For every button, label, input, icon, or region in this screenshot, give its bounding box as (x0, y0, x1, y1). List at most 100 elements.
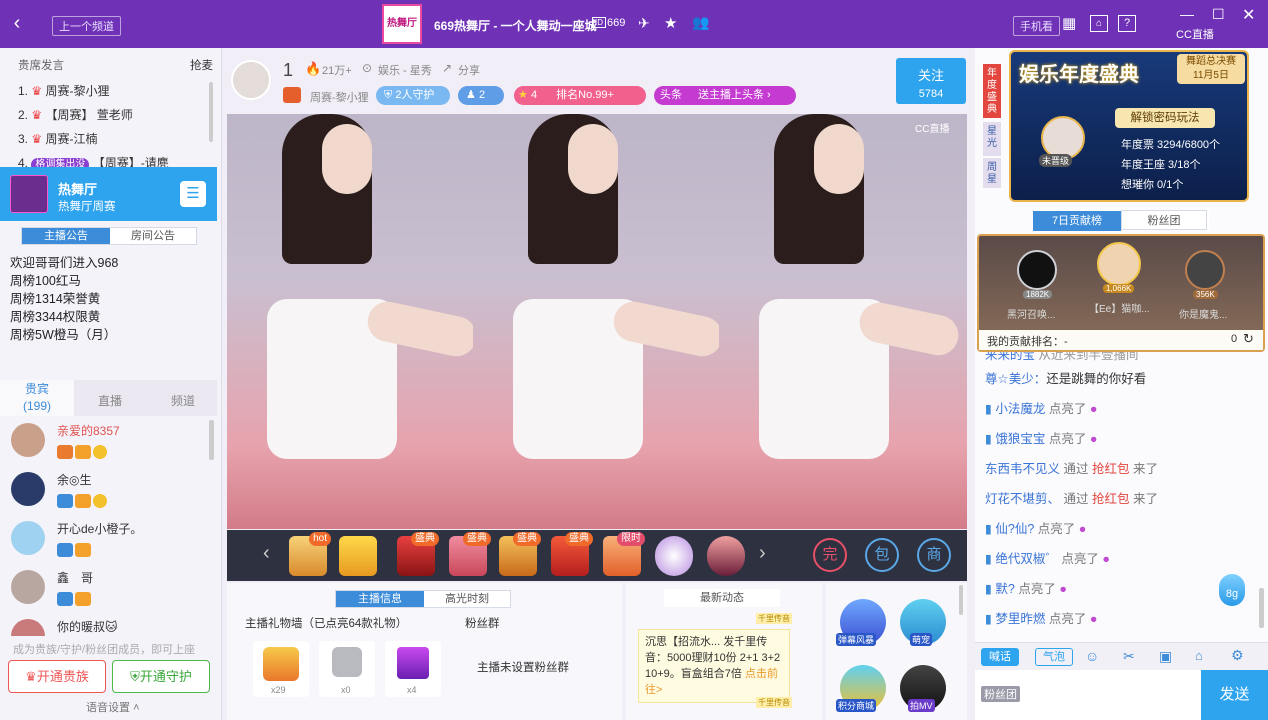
share-button[interactable]: 分享 (458, 62, 480, 78)
user-item[interactable]: 你的暖叔🐱 (0, 614, 210, 636)
tab-anchor-notice[interactable]: 主播公告 (22, 228, 110, 244)
lock-icon[interactable]: ⌂ (1195, 648, 1203, 663)
annual-banner[interactable]: 娱乐年度盛典 舞蹈总决赛 11月5日 未晋级 解锁密码玩法 年度票 3294/68… (1009, 50, 1249, 202)
chat-user[interactable]: 默? (995, 582, 1014, 596)
tab-anchor-info[interactable]: 主播信息 (336, 591, 424, 607)
chat-user[interactable]: 东西韦不见义 (985, 462, 1060, 476)
tab-room-notice[interactable]: 房间公告 (110, 228, 196, 244)
group-icon[interactable]: 👥 (692, 14, 709, 31)
scissors-icon[interactable]: ✂ (1123, 648, 1135, 665)
chat-scrollbar[interactable] (1259, 588, 1264, 628)
user-item[interactable]: 余◎生 (0, 467, 210, 516)
phone-watch-button[interactable]: 手机看 (1013, 16, 1060, 36)
gift-item[interactable]: 盛典 (551, 532, 593, 576)
gift-item[interactable]: hot (289, 532, 331, 576)
side-tab-weekstar[interactable]: 周星 (983, 158, 1001, 188)
wall-gift[interactable]: x4 (385, 641, 441, 697)
follow-button[interactable]: 关注 5784 (896, 58, 966, 104)
tab-fan-club[interactable]: 粉丝团 (1121, 210, 1207, 230)
gift-next-icon[interactable]: › (759, 542, 766, 565)
wall-gift[interactable]: x0 (319, 641, 375, 697)
tab-channel[interactable]: 频道 (171, 392, 195, 409)
gift-item[interactable]: 盛典 (449, 532, 491, 576)
grab-mic-button[interactable]: 抢麦 (190, 57, 213, 73)
chat-user[interactable]: 梦里昨燃 (995, 612, 1045, 626)
open-guard-button[interactable]: ⛨开通守护 (112, 660, 210, 693)
gift-prev-icon[interactable]: ‹ (263, 542, 270, 565)
headline-pill[interactable]: 头条 送主播上头条 › (654, 86, 796, 105)
rank-pill[interactable]: ★ 4 排名No.99+ (514, 86, 646, 105)
help-icon[interactable]: ? (1118, 15, 1136, 32)
wall-gift[interactable]: x29 (253, 641, 309, 697)
plane-icon[interactable]: ✈ (638, 15, 650, 32)
gift-op-shop[interactable]: 商 (917, 538, 951, 572)
apps-scrollbar[interactable] (959, 585, 963, 615)
video-player[interactable]: CC直播 (227, 114, 967, 529)
gift-item[interactable] (655, 536, 693, 576)
user-item[interactable]: 开心de小橙子。 (0, 516, 210, 565)
app-points-mall[interactable]: 积分商城 (836, 665, 886, 712)
app-mv[interactable]: 拍MV (900, 665, 946, 712)
fans-pill[interactable]: ♟ 2 (458, 86, 504, 105)
chat-input[interactable]: 粉丝团 (975, 670, 1201, 720)
maximize-icon[interactable]: ☐ (1212, 6, 1225, 23)
voice-settings[interactable]: 语音设置 ˄ (86, 699, 140, 715)
chat-user[interactable]: 饿狼宝宝 (995, 432, 1045, 446)
chat-user[interactable]: 来来的宝 (985, 352, 1035, 362)
close-icon[interactable]: ✕ (1242, 5, 1255, 25)
gift-item[interactable] (707, 536, 745, 576)
user-item[interactable]: 亲爱的8357 (0, 418, 210, 467)
anchor-avatar[interactable] (231, 60, 271, 100)
prev-channel-button[interactable]: 上一个频道 (52, 16, 121, 36)
anchor-category[interactable]: 娱乐 - 星秀 (378, 62, 432, 78)
unlock-button[interactable]: 解锁密码玩法 (1115, 108, 1215, 128)
gift-item[interactable] (339, 536, 377, 576)
refresh-icon[interactable]: ↻ (1243, 331, 1254, 347)
image-icon[interactable]: ▣ (1159, 648, 1172, 665)
bubble-button[interactable]: 气泡 (1035, 648, 1073, 666)
water-drop-badge[interactable]: 8g (1219, 574, 1245, 606)
user-list-scrollbar[interactable] (209, 420, 214, 460)
tab-live[interactable]: 直播 (98, 392, 122, 409)
shout-button[interactable]: 喊话 (981, 648, 1019, 666)
chat-user[interactable]: 小法魔龙 (995, 402, 1045, 416)
chat-user[interactable]: 绝代双椒゛ (995, 552, 1058, 566)
rank-item[interactable]: 1. ♛ 周赛-黎小狸 (0, 79, 210, 103)
settings-icon[interactable]: ⚙ (1231, 647, 1244, 664)
side-tab-annual[interactable]: 年度盛典 (983, 64, 1001, 118)
channel-card[interactable]: 热舞厅 热舞厅周赛 ☰ (0, 167, 217, 221)
emoji-icon[interactable]: ☺ (1085, 648, 1099, 664)
chat-user[interactable]: 尊☆美少： (985, 372, 1046, 386)
top-avatar[interactable] (1017, 250, 1057, 290)
gift-op-bag[interactable]: 包 (865, 538, 899, 572)
chat-user[interactable]: 灯花不堪剪、 (985, 492, 1060, 506)
news-card[interactable]: 沉思【招流水... 发千里传音：5000理财10份 2+1 3+2 10+9。盲… (638, 629, 790, 703)
notify-icon[interactable]: ⌂ (1090, 15, 1108, 32)
top-avatar[interactable] (1185, 250, 1225, 290)
grid-icon[interactable]: ▦ (1062, 14, 1076, 32)
star-icon[interactable]: ★ (664, 14, 677, 32)
chat-user[interactable]: 仙?仙? (995, 522, 1034, 536)
rank-item[interactable]: 2. ♛ 【周赛】 萱老师 (0, 103, 210, 127)
chat-redpacket[interactable]: 抢红包 (1092, 492, 1130, 506)
gift-item[interactable]: 限时 (603, 532, 645, 576)
side-tab-starlight[interactable]: 星光 (983, 122, 1001, 156)
user-item[interactable]: 鑫 哥 (0, 565, 210, 614)
gift-item[interactable]: 盛典 (499, 532, 541, 576)
tab-7day-contrib[interactable]: 7日贡献榜 (1033, 211, 1121, 231)
app-danmaku[interactable]: 弹幕风暴 (836, 599, 886, 646)
chat-redpacket[interactable]: 抢红包 (1092, 462, 1130, 476)
open-noble-button[interactable]: ♛开通贵族 (8, 660, 106, 693)
rank-item[interactable]: 3. ♛ 周赛-江楠 (0, 127, 210, 151)
send-button[interactable]: 发送 (1201, 670, 1268, 720)
rank-scrollbar[interactable] (209, 82, 213, 142)
tab-highlights[interactable]: 高光时刻 (424, 591, 510, 607)
menu-icon[interactable]: ☰ (180, 181, 206, 207)
guard-pill[interactable]: ⛨ 2人守护 (376, 86, 450, 105)
top-avatar[interactable] (1097, 242, 1141, 286)
back-icon[interactable]: ‹ (8, 12, 26, 35)
gift-op-complete[interactable]: 完 (813, 538, 847, 572)
minimize-icon[interactable]: — (1180, 6, 1194, 22)
app-pet[interactable]: 萌宠 (900, 599, 946, 646)
fan-club-tag[interactable]: 粉丝团 (981, 686, 1020, 702)
